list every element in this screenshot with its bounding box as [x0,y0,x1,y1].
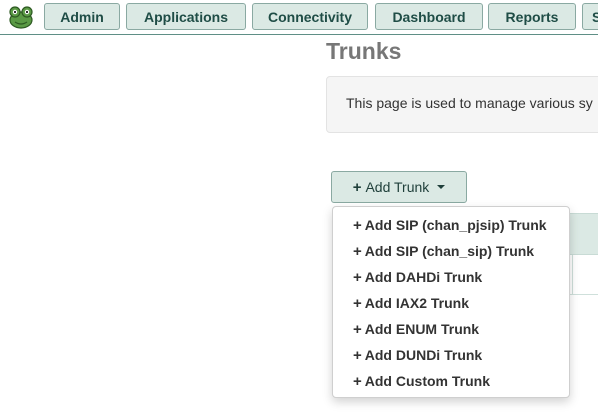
menu-item-label: Add Custom Trunk [364,373,490,389]
nav-reports-button[interactable]: Reports [488,3,576,30]
nav-dashboard-button[interactable]: Dashboard [375,3,483,30]
add-trunk-button[interactable]: + Add Trunk [331,171,467,203]
nav-connectivity-button[interactable]: Connectivity [252,3,368,30]
nav-admin-button[interactable]: Admin [44,3,120,30]
top-navigation: Admin Applications Connectivity Dashboar… [0,0,598,35]
plus-icon: + [353,320,362,338]
plus-icon: + [352,178,362,196]
menu-item-add-enum-trunk[interactable]: + Add ENUM Trunk [333,316,569,342]
nav-settings-button-partial[interactable]: S [582,3,598,30]
plus-icon: + [353,268,362,286]
menu-item-add-sip-pjsip-trunk[interactable]: + Add SIP (chan_pjsip) Trunk [333,212,569,238]
nav-applications-button[interactable]: Applications [126,3,246,30]
plus-icon: + [353,372,362,390]
menu-item-add-iax2-trunk[interactable]: + Add IAX2 Trunk [333,290,569,316]
menu-item-label: Add DAHDi Trunk [364,269,483,285]
plus-icon: + [353,346,362,364]
page-title: Trunks [326,38,402,64]
menu-item-label: Add SIP (chan_pjsip) Trunk [364,217,547,233]
menu-item-add-dundi-trunk[interactable]: + Add DUNDi Trunk [333,342,569,368]
plus-icon: + [353,242,362,260]
plus-icon: + [353,216,362,234]
menu-item-label: Add SIP (chan_sip) Trunk [364,243,535,259]
menu-item-label: Add DUNDi Trunk [364,347,483,363]
menu-item-label: Add IAX2 Trunk [364,295,469,311]
frog-logo-icon[interactable] [8,5,34,29]
add-trunk-dropdown-menu: + Add SIP (chan_pjsip) Trunk + Add SIP (… [332,206,570,398]
add-trunk-label: Add Trunk [365,179,430,195]
info-description-text: This page is used to manage various sy [346,95,593,111]
menu-item-add-custom-trunk[interactable]: + Add Custom Trunk [333,368,569,394]
trunk-table-divider [572,255,573,295]
menu-item-label: Add ENUM Trunk [364,321,480,337]
plus-icon: + [353,294,362,312]
menu-item-add-sip-chansip-trunk[interactable]: + Add SIP (chan_sip) Trunk [333,238,569,264]
info-description-box: This page is used to manage various sy [326,76,598,133]
caret-down-icon [437,185,446,189]
menu-item-add-dahdi-trunk[interactable]: + Add DAHDi Trunk [333,264,569,290]
